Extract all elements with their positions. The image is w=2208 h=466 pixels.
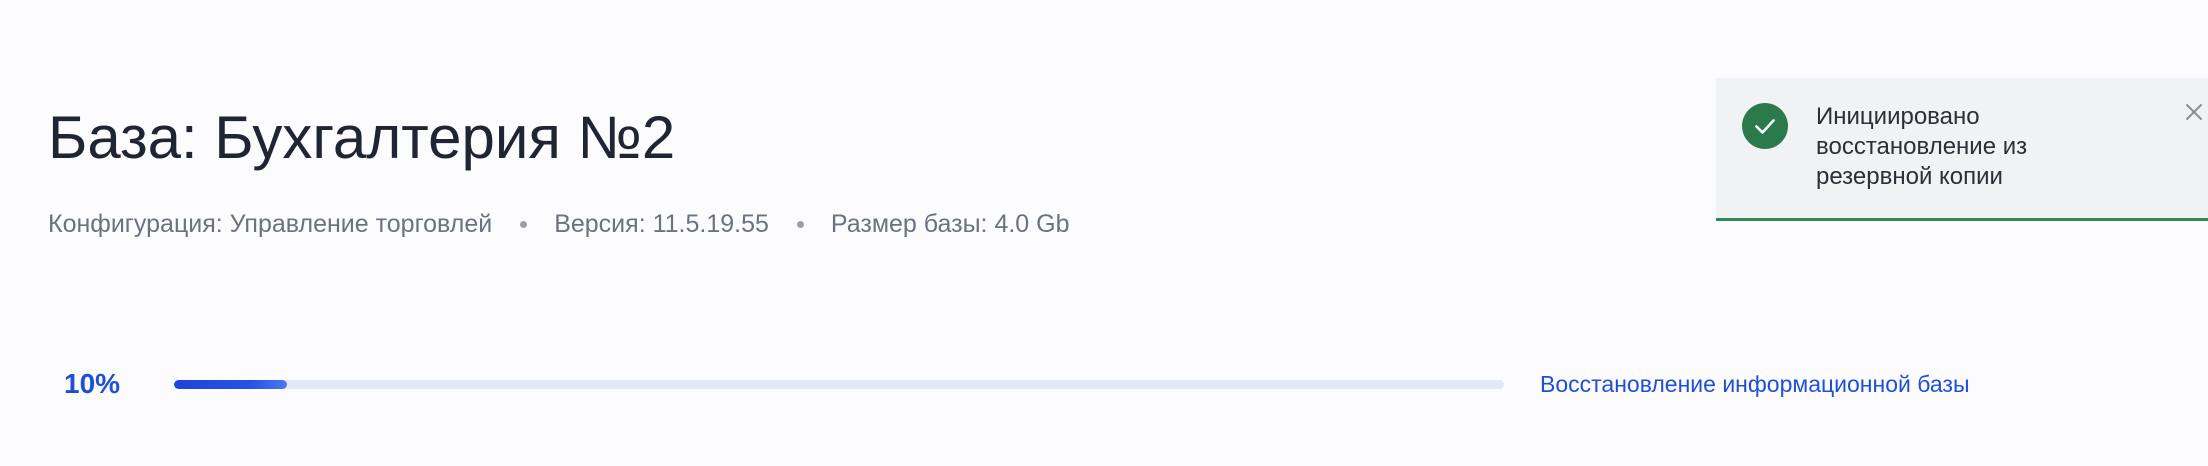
size-text: Размер базы: 4.0 Gb <box>830 210 1070 238</box>
progress-bar <box>174 380 1504 389</box>
close-icon[interactable] <box>2184 102 2204 122</box>
version-text: Версия: 11.5.19.55 <box>554 210 769 238</box>
configuration-text: Конфигурация: Управление торговлей <box>48 210 493 238</box>
separator-dot <box>520 220 528 228</box>
page-title: База: Бухгалтерия №2 <box>48 104 676 171</box>
notification-toast: Инициировано восстановление из резервной… <box>1716 78 2208 221</box>
separator-dot <box>796 220 804 228</box>
database-meta: Конфигурация: Управление торговлей Верси… <box>48 206 1070 242</box>
check-circle-icon <box>1742 103 1788 149</box>
progress-fill <box>174 380 288 389</box>
progress-percent: 10% <box>64 368 121 399</box>
progress-status-label: Восстановление информационной базы <box>1540 371 1970 397</box>
toast-message: Инициировано восстановление из резервной… <box>1816 103 2028 190</box>
